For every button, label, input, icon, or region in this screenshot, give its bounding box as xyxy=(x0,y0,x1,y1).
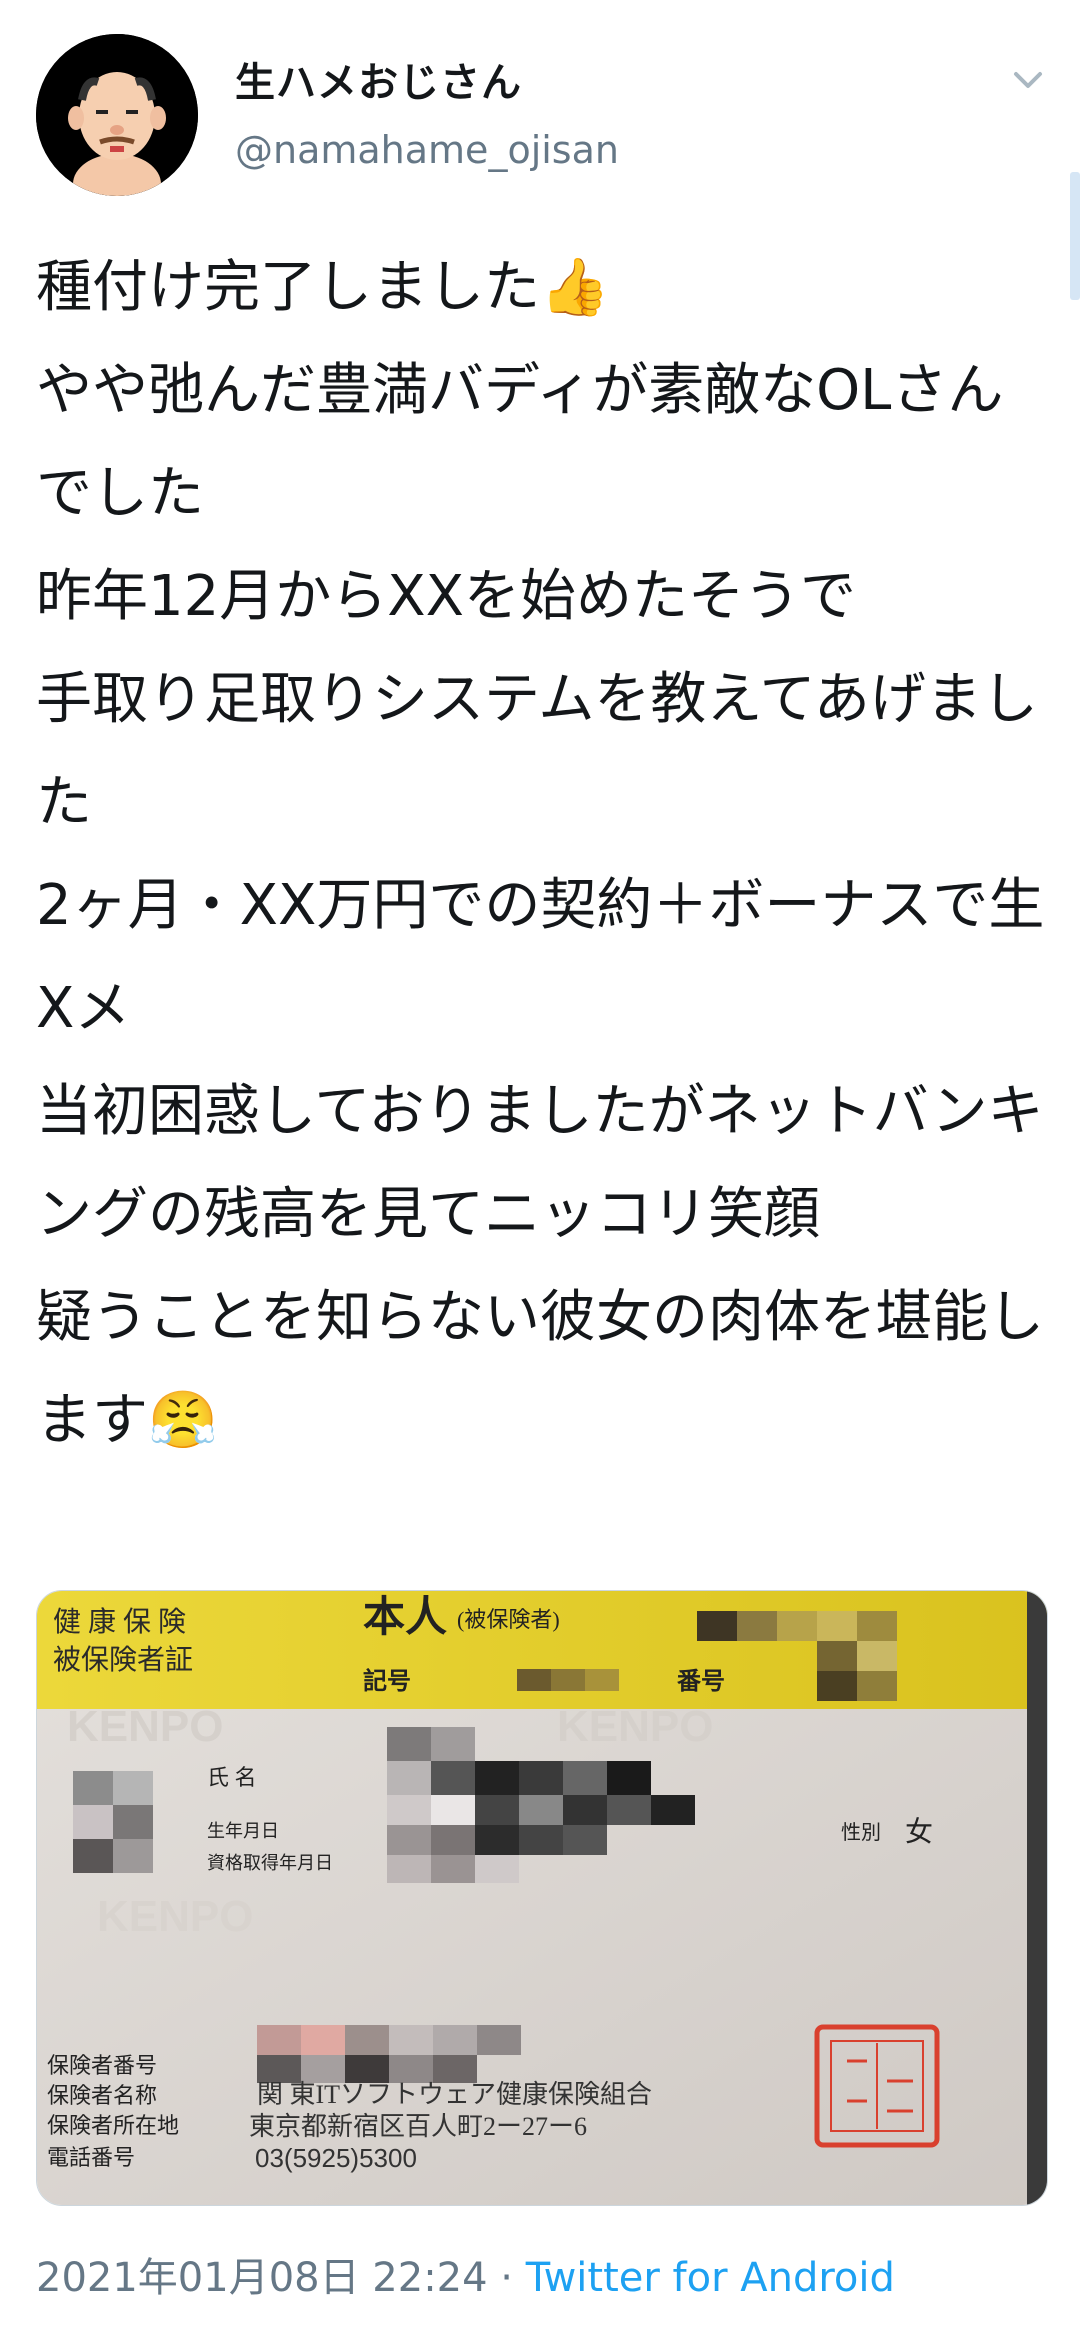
card-insurer-name-label: 保険者名称 xyxy=(47,2083,157,2108)
card-number-label: 番号 xyxy=(676,1668,725,1695)
tweet-text: 種付け完了しました👍 やや弛んだ豊満バディが素敵なOLさんでした 昨年12月から… xyxy=(36,255,1045,1453)
source-link[interactable]: Twitter for Android xyxy=(526,2255,895,2301)
card-title-1: 健 康 保 険 xyxy=(53,1606,186,1638)
scrollbar[interactable] xyxy=(1070,172,1080,300)
card-insurer-name: 関 東ITソフトウェア健康保険組合 xyxy=(257,2080,652,2109)
chevron-down-icon[interactable] xyxy=(1010,62,1046,98)
tweet-meta: 2021年01月08日 22:24 · Twitter for Android xyxy=(36,2245,895,2303)
avatar[interactable] xyxy=(36,34,198,196)
handle[interactable]: @namahame_ojisan xyxy=(235,128,619,172)
card-phone-label: 電話番号 xyxy=(47,2145,135,2170)
card-sex-label: 性別 xyxy=(841,1821,881,1844)
card-insurer-number-label: 保険者番号 xyxy=(47,2053,157,2078)
tweet: 生ハメおじさん @namahame_ojisan 種付け完了しました👍 やや弛ん… xyxy=(0,0,1080,2327)
card-phone: 03(5925)5300 xyxy=(255,2143,417,2173)
insurance-card-image: 健 康 保 険 被保険者証 本人 (被保険者) 記号 番号 KENPO KENP… xyxy=(37,1591,1047,2205)
card-holder-note: (被保険者) xyxy=(457,1607,560,1632)
card-title-2: 被保険者証 xyxy=(53,1644,193,1676)
avatar-illustration xyxy=(36,34,198,196)
card-watermark: KENPO xyxy=(67,1702,223,1751)
meta-separator: · xyxy=(487,2255,526,2301)
tweet-photo[interactable]: 健 康 保 険 被保険者証 本人 (被保険者) 記号 番号 KENPO KENP… xyxy=(36,1590,1048,2206)
card-insurer-address-label: 保険者所在地 xyxy=(47,2113,179,2138)
card-acquired-label: 資格取得年月日 xyxy=(207,1853,333,1873)
card-holder: 本人 xyxy=(363,1594,447,1641)
card-insurer-address: 東京都新宿区百人町2ー27ー6 xyxy=(249,2112,587,2141)
svg-text:KENPO: KENPO xyxy=(97,1892,253,1941)
svg-text:KENPO: KENPO xyxy=(557,1702,713,1751)
card-symbol-label: 記号 xyxy=(363,1667,411,1695)
censor-mosaic-symbol xyxy=(517,1669,619,1691)
display-name[interactable]: 生ハメおじさん xyxy=(235,50,522,108)
card-name-label: 氏 名 xyxy=(207,1765,257,1790)
timestamp[interactable]: 2021年01月08日 22:24 xyxy=(36,2255,488,2301)
card-sex-value: 女 xyxy=(905,1816,933,1848)
card-dob-label: 生年月日 xyxy=(207,1821,279,1841)
